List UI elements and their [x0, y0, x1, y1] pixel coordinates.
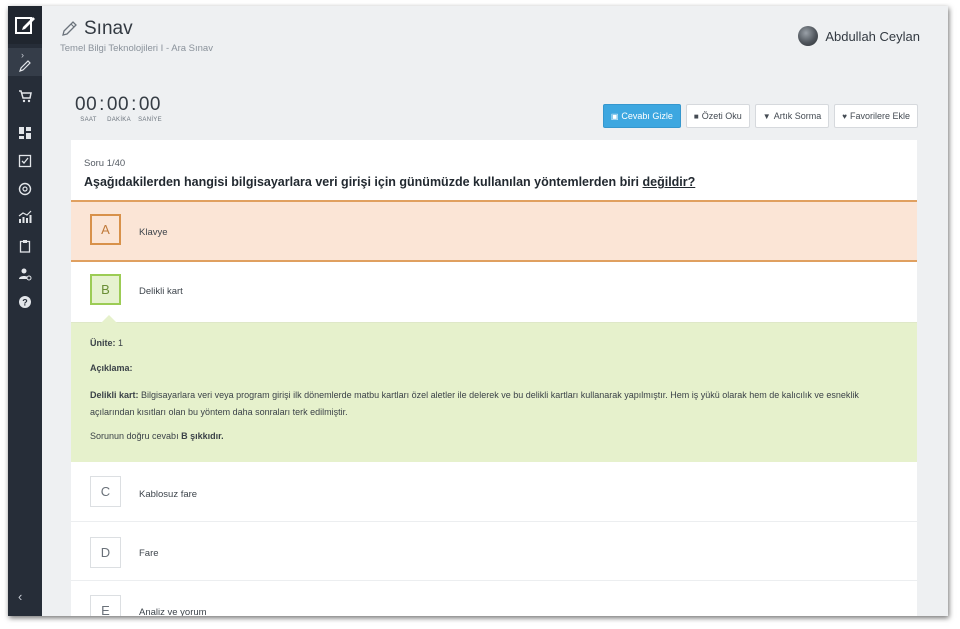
cart-icon[interactable] [17, 88, 33, 104]
pencil-icon [62, 21, 77, 36]
book-icon: ■ [693, 111, 699, 121]
add-favorites-button[interactable]: ♥ Favorilere Ekle [834, 104, 918, 128]
question-actions: ▣ Cevabı Gizle ■ Özeti Oku ▼ Artık Sorma… [602, 104, 918, 128]
app-window: › ? ‹ Sınav Temel Bilgi Teknolojileri I … [8, 6, 948, 616]
question-text: Aşağıdakilerden hangisi bilgisayarlara v… [84, 175, 696, 189]
hide-answer-button[interactable]: ▣ Cevabı Gizle [602, 104, 681, 128]
explanation-pointer [101, 315, 117, 323]
explanation-panel: Ünite: 1 Açıklama: Delikli kart: Bilgisa… [71, 315, 917, 462]
option-text: Fare [139, 548, 159, 559]
comment-icon: ▣ [610, 111, 619, 121]
page-subtitle: Temel Bilgi Teknolojileri I - Ara Sınav [60, 43, 213, 54]
sidebar-item-exam-active[interactable]: › [8, 48, 42, 76]
option-e[interactable]: E Analiz ve yorum [71, 581, 917, 616]
dont-ask-button[interactable]: ▼ Artık Sorma [754, 104, 830, 128]
read-summary-button[interactable]: ■ Özeti Oku [685, 104, 750, 128]
user-settings-icon[interactable] [17, 266, 33, 282]
page-title: Sınav [84, 18, 133, 39]
timer-separator: : [131, 94, 137, 115]
user-menu[interactable]: Abdullah Ceylan [798, 26, 920, 46]
option-letter: D [90, 537, 121, 568]
option-text: Kablosuz fare [139, 489, 198, 500]
timer-hours-label: SAAT [80, 117, 97, 123]
edit-logo-icon[interactable] [8, 6, 42, 44]
option-text: Klavye [139, 227, 168, 238]
timer-separator: : [99, 94, 105, 115]
option-c[interactable]: C Kablosuz fare [71, 462, 917, 522]
option-text: Delikli kart [139, 286, 183, 297]
question-emphasis: değildir? [642, 175, 696, 189]
checklist-icon[interactable] [17, 153, 33, 169]
option-text: Analiz ve yorum [139, 607, 207, 616]
option-letter: E [90, 595, 121, 616]
option-letter: A [90, 214, 121, 245]
explanation-unit: Ünite: 1 [90, 338, 124, 348]
avatar[interactable] [798, 26, 819, 46]
option-letter: C [90, 476, 121, 507]
pencil-icon [19, 60, 31, 72]
help-circle-icon[interactable] [17, 181, 33, 197]
timer-minutes: 00 [106, 94, 130, 115]
question-number: Soru 1/40 [84, 158, 126, 169]
explanation-answer: Sorunun doğru cevabı B şıkkıdır. [90, 431, 224, 441]
main-content: Sınav Temel Bilgi Teknolojileri I - Ara … [42, 6, 948, 616]
timer-minutes-label: DAKİKA [107, 117, 131, 123]
timer-hours: 00 [75, 94, 98, 115]
thumbs-down-icon: ▼ [762, 111, 771, 121]
collapse-chevron-icon[interactable]: ‹ [18, 589, 22, 604]
stats-icon[interactable] [17, 209, 33, 225]
question-card: Soru 1/40 Aşağıdakilerden hangisi bilgis… [71, 140, 917, 616]
countdown-timer: 00 : 00 : 00 SAAT DAKİKA SANİYE [75, 94, 164, 123]
sidebar: › ? ‹ [8, 6, 42, 616]
heart-icon: ♥ [842, 111, 847, 121]
explanation-body: Delikli kart: Bilgisayarlara veri veya p… [90, 390, 859, 417]
timer-seconds-label: SANİYE [138, 117, 162, 123]
svg-text:?: ? [22, 298, 28, 308]
user-name[interactable]: Abdullah Ceylan [825, 29, 920, 44]
page-header: Sınav [60, 18, 133, 40]
explanation-heading: Açıklama: [90, 363, 133, 373]
option-b[interactable]: B Delikli kart [71, 262, 917, 322]
option-letter: B [90, 274, 121, 305]
clipboard-icon[interactable] [17, 238, 33, 254]
dashboard-icon[interactable] [17, 125, 33, 141]
option-d[interactable]: D Fare [71, 523, 917, 581]
timer-seconds: 00 [138, 94, 161, 115]
question-icon[interactable]: ? [17, 294, 33, 310]
option-a[interactable]: A Klavye [71, 200, 917, 262]
